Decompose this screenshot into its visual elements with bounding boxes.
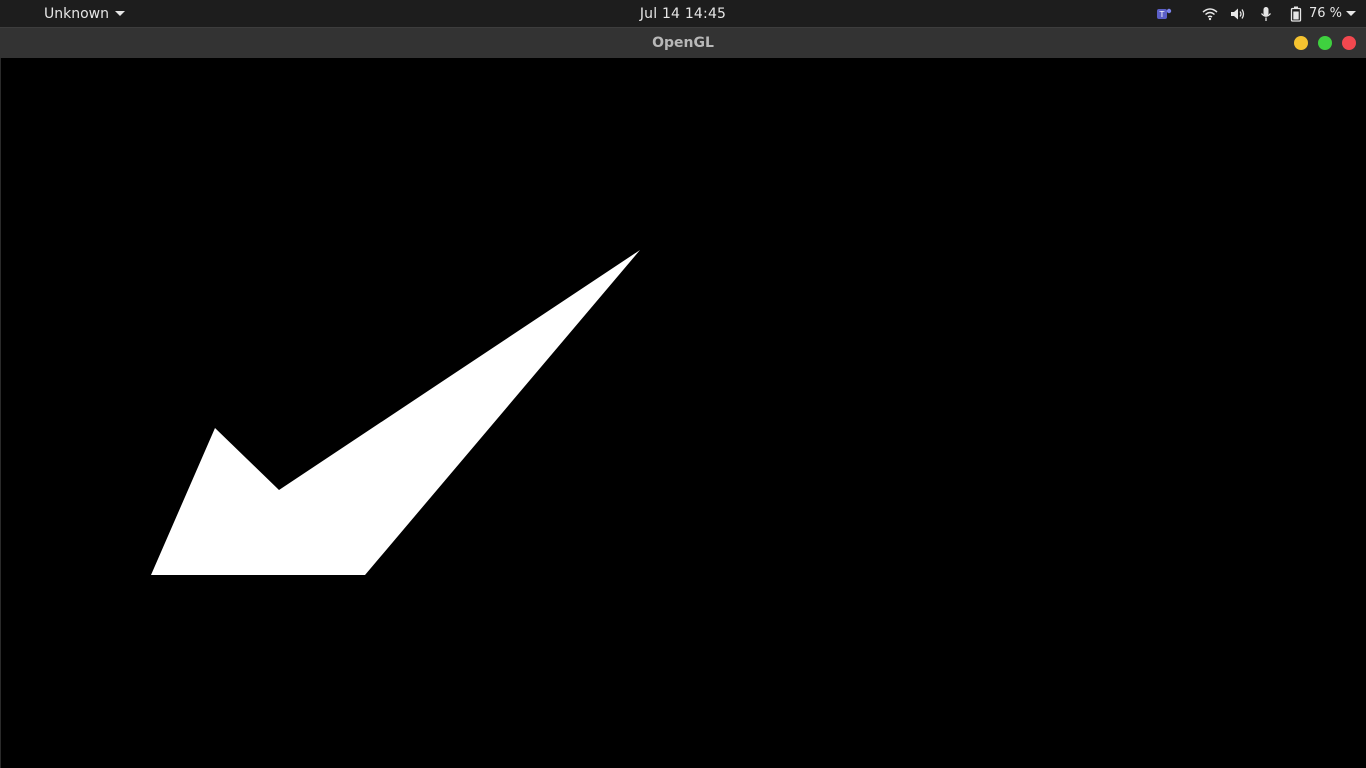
white-polygon-shape: [151, 250, 640, 575]
battery-icon: [1287, 5, 1305, 23]
volume-icon[interactable]: [1229, 5, 1247, 23]
minimize-button[interactable]: [1294, 36, 1308, 50]
close-button[interactable]: [1342, 36, 1356, 50]
top-bar: Unknown Jul 14 14:45 T 76 %: [0, 0, 1366, 27]
render-surface: [151, 250, 640, 575]
microphone-icon[interactable]: [1257, 5, 1275, 23]
maximize-button[interactable]: [1318, 36, 1332, 50]
battery-indicator[interactable]: 76 %: [1287, 5, 1356, 23]
system-tray: T 76 %: [1155, 0, 1356, 27]
battery-percent: 76 %: [1308, 6, 1342, 21]
teams-icon[interactable]: T: [1155, 5, 1173, 23]
wifi-icon[interactable]: [1201, 5, 1219, 23]
svg-text:T: T: [1159, 10, 1165, 19]
window-titlebar[interactable]: OpenGL: [0, 27, 1366, 58]
clock-label[interactable]: Jul 14 14:45: [640, 6, 726, 22]
window-title: OpenGL: [652, 35, 714, 51]
chevron-down-icon[interactable]: [1346, 11, 1356, 16]
opengl-window: OpenGL: [0, 27, 1366, 768]
opengl-canvas[interactable]: [0, 58, 1366, 768]
